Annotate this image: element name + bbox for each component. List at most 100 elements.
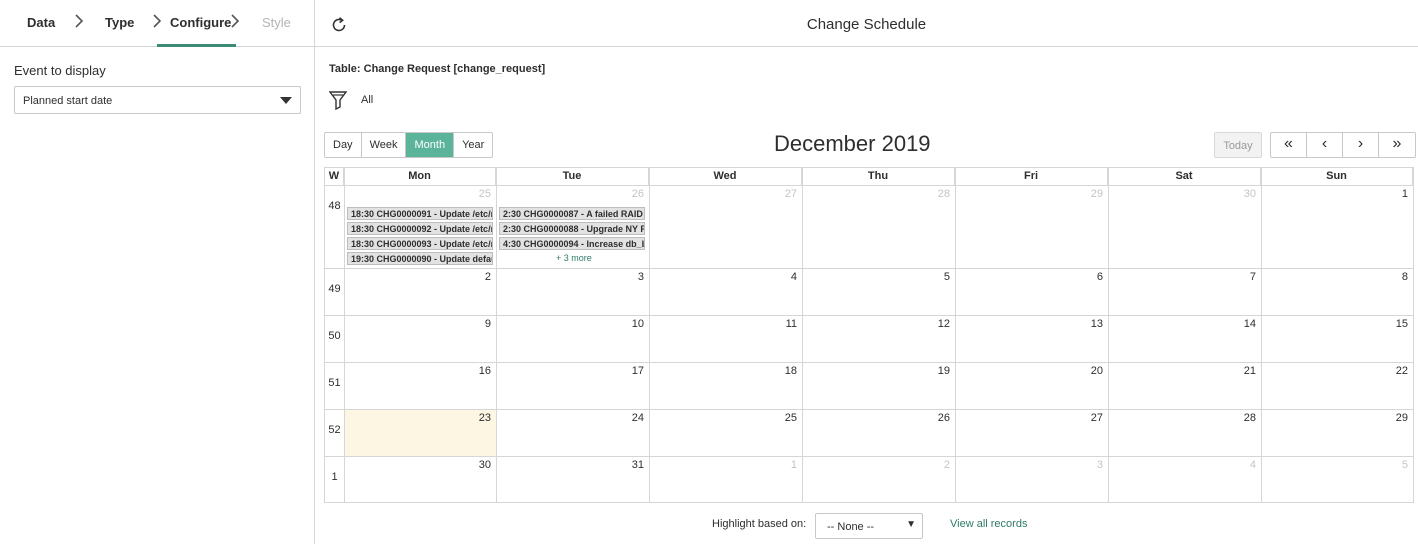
day-number[interactable]: 11 — [757, 318, 797, 330]
next-month-button[interactable]: › — [1343, 133, 1379, 157]
column-header-tue: Tue — [496, 168, 649, 185]
day-number[interactable]: 29 — [1063, 188, 1103, 200]
day-number[interactable]: 15 — [1368, 318, 1408, 330]
day-number[interactable]: 26 — [604, 188, 644, 200]
calendar-event[interactable]: 18:30 CHG0000092 - Update /etc/ntp.conf — [347, 222, 493, 235]
calendar-event[interactable]: 2:30 CHG0000087 - A failed RAID controll… — [499, 207, 645, 220]
day-number[interactable]: 1 — [757, 459, 797, 471]
day-number[interactable]: 27 — [757, 188, 797, 200]
highlight-label: Highlight based on: — [712, 518, 807, 530]
step-type[interactable]: Type — [105, 15, 134, 30]
day-number[interactable]: 26 — [910, 412, 950, 424]
day-number[interactable]: 12 — [910, 318, 950, 330]
day-number[interactable]: 28 — [910, 188, 950, 200]
day-number[interactable]: 29 — [1368, 412, 1408, 424]
chevron-right-icon — [75, 14, 84, 28]
column-header-fri: Fri — [955, 168, 1108, 185]
view-day-button[interactable]: Day — [325, 133, 362, 157]
day-number[interactable]: 23 — [451, 412, 491, 424]
day-number[interactable]: 13 — [1063, 318, 1103, 330]
day-number[interactable]: 30 — [451, 459, 491, 471]
highlight-select-value: -- None -- — [827, 521, 875, 533]
filter-condition-text: All — [361, 94, 374, 106]
wizard-steps: Data Type Configure Style — [0, 0, 314, 47]
week-number: 51 — [328, 377, 341, 389]
calendar-event[interactable]: 18:30 CHG0000093 - Update /etc/ntp.conf — [347, 237, 493, 250]
day-number[interactable]: 28 — [1216, 412, 1256, 424]
highlight-select[interactable]: -- None -- ▼ — [815, 513, 923, 539]
day-number[interactable]: 10 — [604, 318, 644, 330]
column-header-wed: Wed — [649, 168, 802, 185]
day-number[interactable]: 30 — [1216, 188, 1256, 200]
week-number: 52 — [328, 424, 341, 436]
column-header-sat: Sat — [1108, 168, 1261, 185]
more-events-link[interactable]: + 3 more — [556, 253, 592, 263]
day-number[interactable]: 22 — [1368, 365, 1408, 377]
filter-icon[interactable] — [329, 90, 347, 110]
left-panel: Data Type Configure Style Event to displ… — [0, 0, 315, 544]
day-number[interactable]: 2 — [910, 459, 950, 471]
day-number[interactable]: 20 — [1063, 365, 1103, 377]
step-style[interactable]: Style — [262, 15, 291, 30]
day-number[interactable]: 31 — [604, 459, 644, 471]
day-number[interactable]: 7 — [1216, 271, 1256, 283]
event-select-value: Planned start date — [23, 95, 113, 107]
view-year-button[interactable]: Year — [454, 133, 492, 157]
calendar-event[interactable]: 4:30 CHG0000094 - Increase db_block — [499, 237, 645, 250]
grid-row-line — [325, 185, 1413, 186]
day-number[interactable]: 18 — [757, 365, 797, 377]
grid-row-line — [325, 315, 1413, 316]
today-button[interactable]: Today — [1214, 132, 1262, 158]
calendar-event[interactable]: 18:30 CHG0000091 - Update /etc/ntp.conf — [347, 207, 493, 220]
column-header-mon: Mon — [344, 168, 496, 185]
day-number[interactable]: 5 — [1368, 459, 1408, 471]
day-number[interactable]: 25 — [451, 188, 491, 200]
view-all-records-link[interactable]: View all records — [950, 518, 1027, 530]
day-number[interactable]: 4 — [757, 271, 797, 283]
calendar-event[interactable]: 19:30 CHG0000090 - Update default — [347, 252, 493, 265]
grid-column-line — [1108, 168, 1109, 502]
grid-row-line — [325, 268, 1413, 269]
grid-column-line — [802, 168, 803, 502]
page-header: Change Schedule — [315, 0, 1418, 47]
day-number[interactable]: 27 — [1063, 412, 1103, 424]
day-number[interactable]: 6 — [1063, 271, 1103, 283]
day-number[interactable]: 16 — [451, 365, 491, 377]
grid-column-line — [1261, 168, 1262, 502]
column-header-thu: Thu — [802, 168, 955, 185]
month-title: December 2019 — [774, 131, 931, 156]
view-week-button[interactable]: Week — [362, 133, 407, 157]
day-number[interactable]: 4 — [1216, 459, 1256, 471]
month-calendar-grid: W Mon Tue Wed Thu Fri Sat Sun 48 25 26 27 28 29 30 1 49 2… — [324, 167, 1414, 503]
grid-row-line — [325, 409, 1413, 410]
grid-column-line — [955, 168, 956, 502]
calendar-event[interactable]: 2:30 CHG0000088 - Upgrade NY RAC — [499, 222, 645, 235]
step-configure[interactable]: Configure — [170, 15, 231, 30]
day-number[interactable]: 14 — [1216, 318, 1256, 330]
last-page-button[interactable]: » — [1379, 133, 1415, 157]
day-number[interactable]: 19 — [910, 365, 950, 377]
week-number: 49 — [328, 283, 341, 295]
first-page-button[interactable]: « — [1271, 133, 1307, 157]
day-number[interactable]: 24 — [604, 412, 644, 424]
day-number[interactable]: 5 — [910, 271, 950, 283]
day-number[interactable]: 25 — [757, 412, 797, 424]
day-number[interactable]: 8 — [1368, 271, 1408, 283]
day-number[interactable]: 21 — [1216, 365, 1256, 377]
day-number[interactable]: 3 — [1063, 459, 1103, 471]
day-number[interactable]: 17 — [604, 365, 644, 377]
chevron-right-icon — [153, 14, 162, 28]
page-title: Change Schedule — [806, 16, 927, 33]
prev-month-button[interactable]: ‹ — [1307, 133, 1343, 157]
week-number: 50 — [328, 330, 341, 342]
event-to-display-select[interactable]: Planned start date — [14, 86, 301, 114]
day-number[interactable]: 1 — [1368, 188, 1408, 200]
view-month-button[interactable]: Month — [406, 133, 455, 157]
day-number[interactable]: 3 — [604, 271, 644, 283]
week-number: 48 — [328, 200, 341, 212]
step-data[interactable]: Data — [27, 15, 55, 30]
table-label: Table: Change Request [change_request] — [329, 63, 546, 75]
day-number[interactable]: 9 — [451, 318, 491, 330]
event-to-display-label: Event to display — [14, 63, 106, 78]
day-number[interactable]: 2 — [451, 271, 491, 283]
